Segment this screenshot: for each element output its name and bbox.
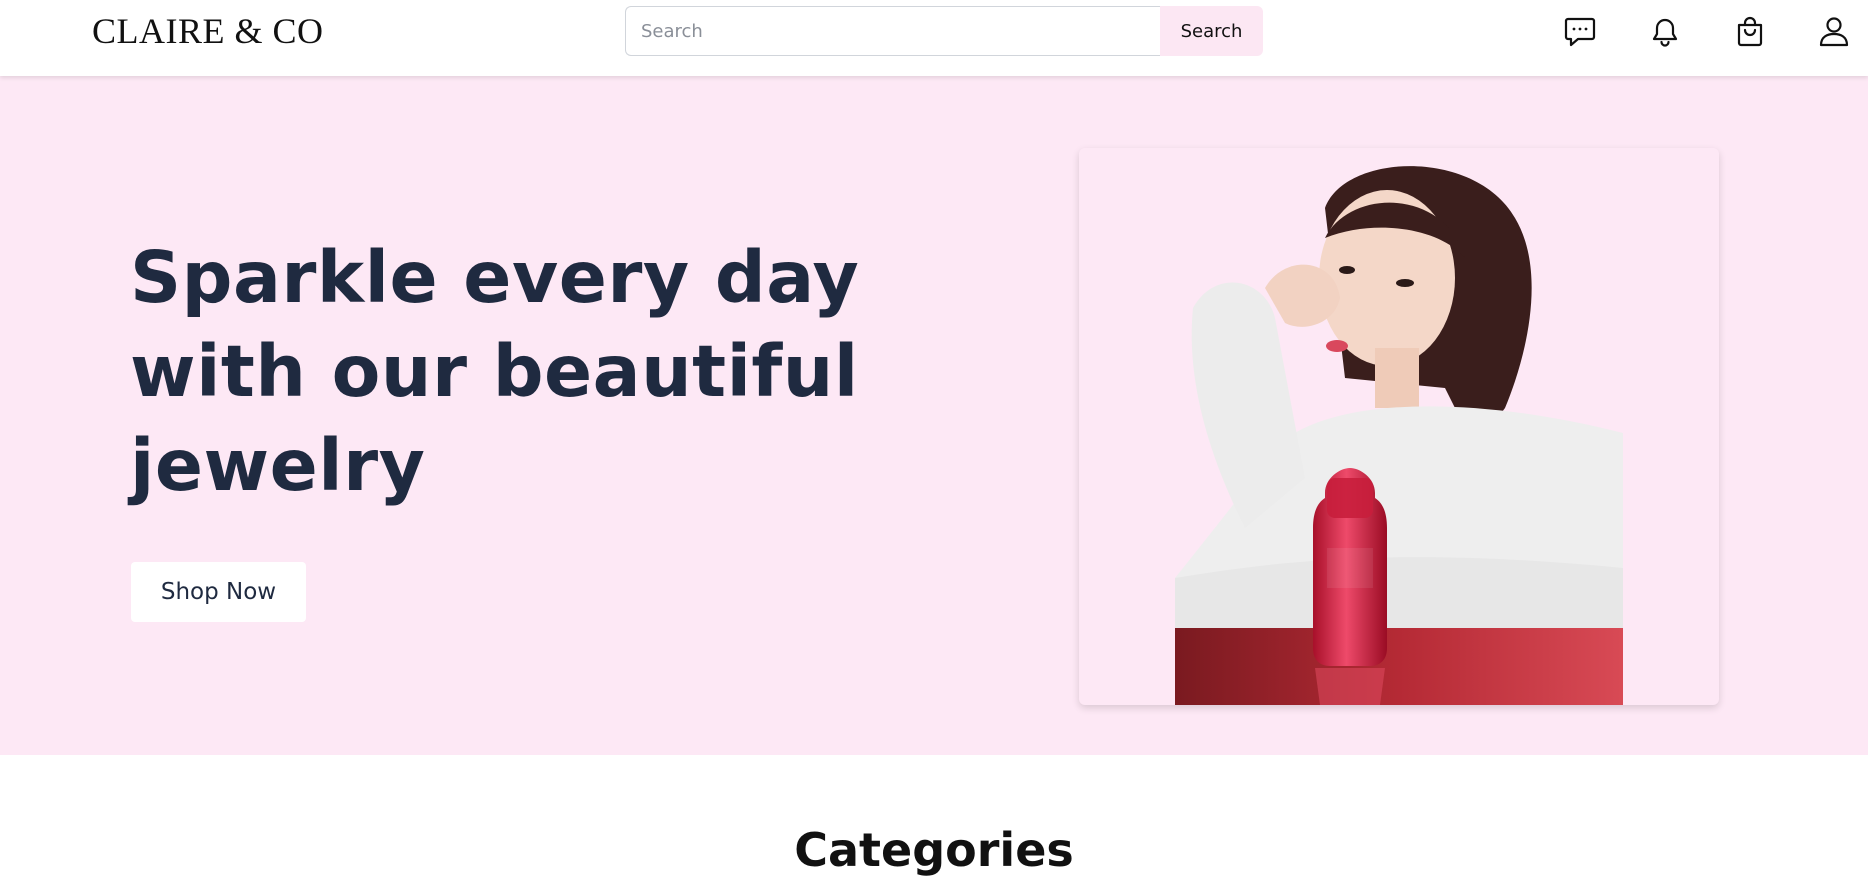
search-button[interactable]: Search [1160, 6, 1263, 56]
hero-banner: Sparkle every day with our beautiful jew… [0, 76, 1868, 755]
hero-image-card [1079, 148, 1719, 705]
hero-title: Sparkle every day with our beautiful jew… [130, 236, 860, 507]
hero-model-image [1175, 148, 1623, 705]
user-icon[interactable] [1816, 13, 1852, 49]
search-bar: Search [625, 6, 1263, 56]
shop-now-button[interactable]: Shop Now [131, 562, 306, 622]
brand-logo[interactable]: CLAIRE & CO [92, 12, 324, 50]
categories-heading: Categories [794, 823, 1074, 877]
chat-icon[interactable] [1562, 13, 1598, 49]
bell-icon[interactable] [1647, 13, 1683, 49]
search-input[interactable] [625, 6, 1160, 56]
shopping-bag-icon[interactable] [1732, 13, 1768, 49]
site-header: CLAIRE & CO Search [0, 0, 1868, 76]
